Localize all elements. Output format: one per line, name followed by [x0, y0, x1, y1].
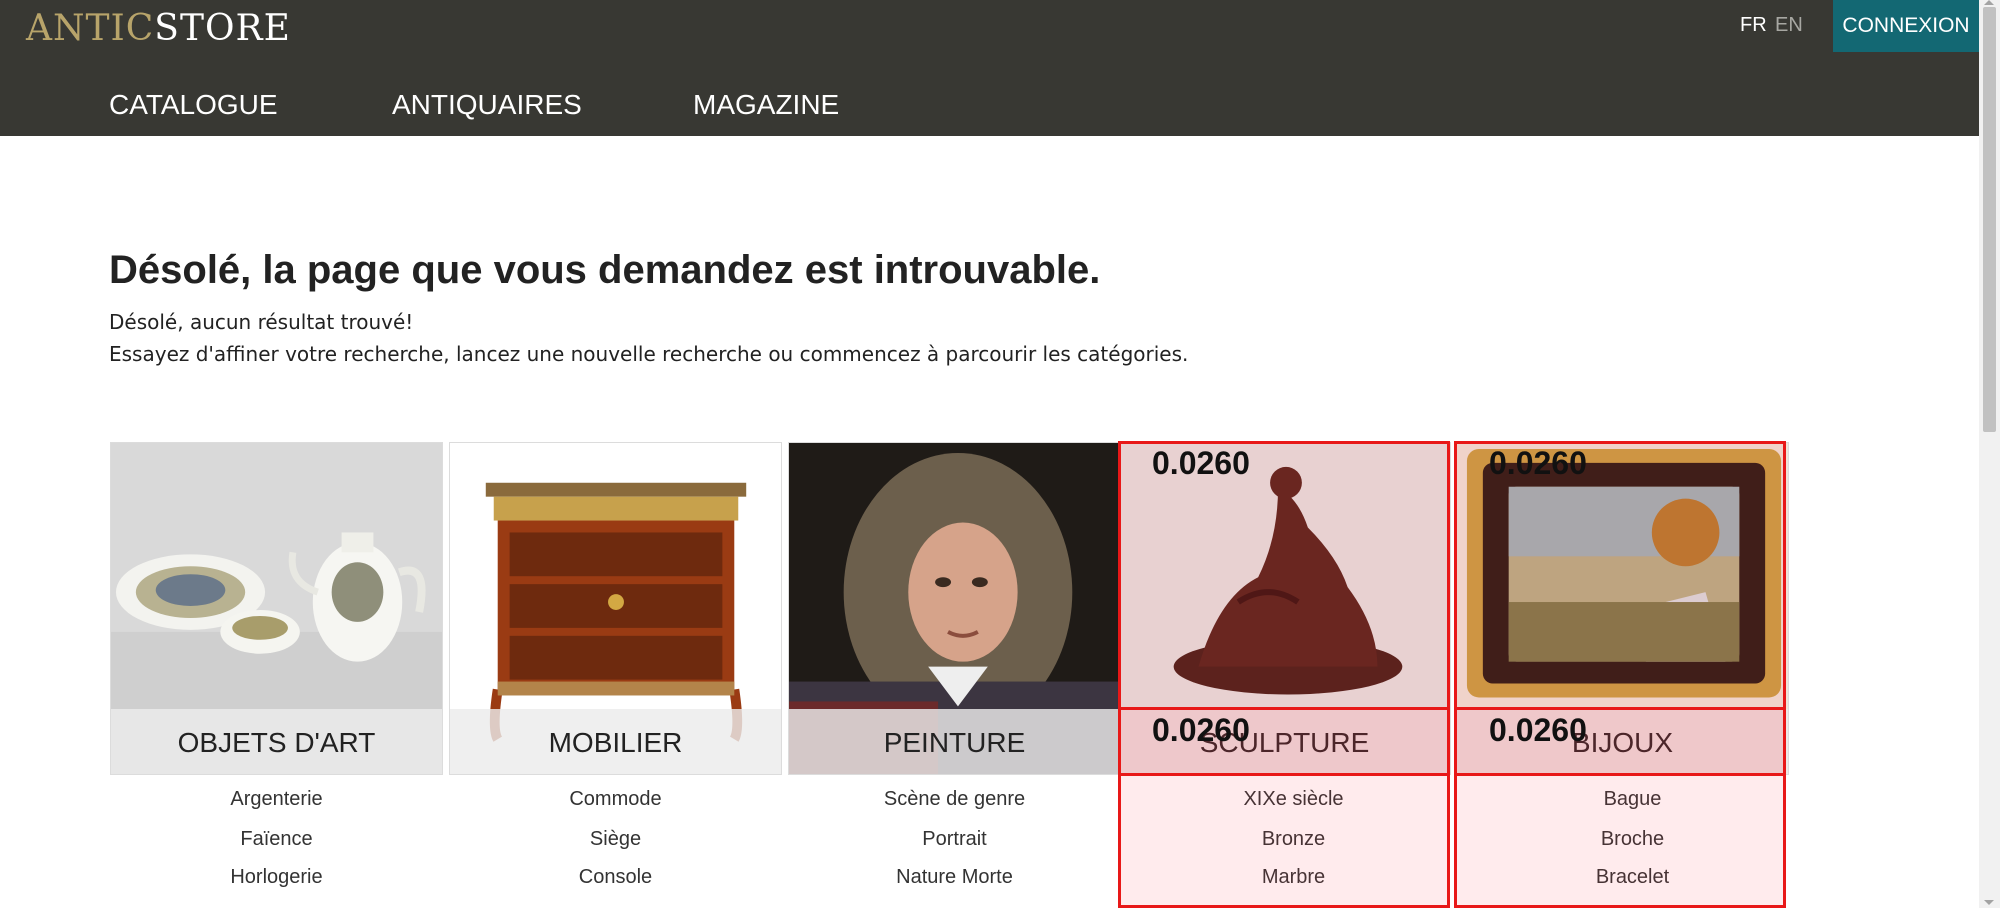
category-card-objets-dart[interactable]: OBJETS D'ART: [110, 442, 443, 775]
logo-part-antic: ANTIC: [26, 8, 155, 49]
subcategory-link[interactable]: Argenterie: [110, 788, 443, 811]
nav-item-magazine[interactable]: MAGAZINE: [693, 87, 839, 123]
category-card-mobilier[interactable]: MOBILIER: [449, 442, 782, 775]
scroll-up-icon[interactable]: [1984, 0, 1994, 5]
language-en-link[interactable]: EN: [1775, 14, 1803, 37]
site-header: ANTICSTORE FR EN CONNEXION CATALOGUE ANT…: [0, 0, 1979, 136]
detection-score-label: 0.0260: [1152, 445, 1250, 481]
category-card-peinture[interactable]: PEINTURE: [788, 442, 1121, 775]
subcategory-link[interactable]: Marbre: [1127, 866, 1460, 889]
subcategory-link[interactable]: Bague: [1466, 788, 1799, 811]
language-fr-link[interactable]: FR: [1740, 14, 1767, 37]
category-label: MOBILIER: [450, 709, 781, 774]
nav-item-antiquaires[interactable]: ANTIQUAIRES: [392, 87, 582, 123]
page-scrollbar[interactable]: [1979, 0, 2000, 908]
logo-part-store: STORE: [154, 8, 291, 49]
subcategory-link[interactable]: Portrait: [788, 828, 1121, 851]
subcategory-link[interactable]: Faïence: [110, 828, 443, 851]
subcategory-link[interactable]: Bronze: [1127, 828, 1460, 851]
category-label: PEINTURE: [789, 709, 1120, 774]
scroll-thumb[interactable]: [1983, 7, 1996, 432]
subcategory-link[interactable]: Broche: [1466, 828, 1799, 851]
subcategory-link[interactable]: Commode: [449, 788, 782, 811]
page-title: Désolé, la page que vous demandez est in…: [109, 248, 1101, 292]
search-hint-message: Essayez d'affiner votre recherche, lance…: [109, 342, 1189, 366]
no-result-message: Désolé, aucun résultat trouvé!: [109, 310, 414, 334]
login-button[interactable]: CONNEXION: [1833, 0, 1979, 52]
detection-score-label: 0.0260: [1152, 712, 1250, 748]
nav-item-catalogue[interactable]: CATALOGUE: [109, 87, 278, 123]
category-label: OBJETS D'ART: [111, 709, 442, 774]
subcategory-link[interactable]: XIXe siècle: [1127, 788, 1460, 811]
subcategory-link[interactable]: Horlogerie: [110, 866, 443, 889]
subcategory-link[interactable]: Nature Morte: [788, 866, 1121, 889]
subcategory-link[interactable]: Bracelet: [1466, 866, 1799, 889]
subcategory-link[interactable]: Scène de genre: [788, 788, 1121, 811]
site-logo[interactable]: ANTICSTORE: [26, 8, 291, 49]
detection-score-label: 0.0260: [1489, 445, 1587, 481]
detection-score-label: 0.0260: [1489, 712, 1587, 748]
subcategory-link[interactable]: Siège: [449, 828, 782, 851]
scroll-down-icon[interactable]: [1984, 900, 1994, 905]
subcategory-link[interactable]: Console: [449, 866, 782, 889]
